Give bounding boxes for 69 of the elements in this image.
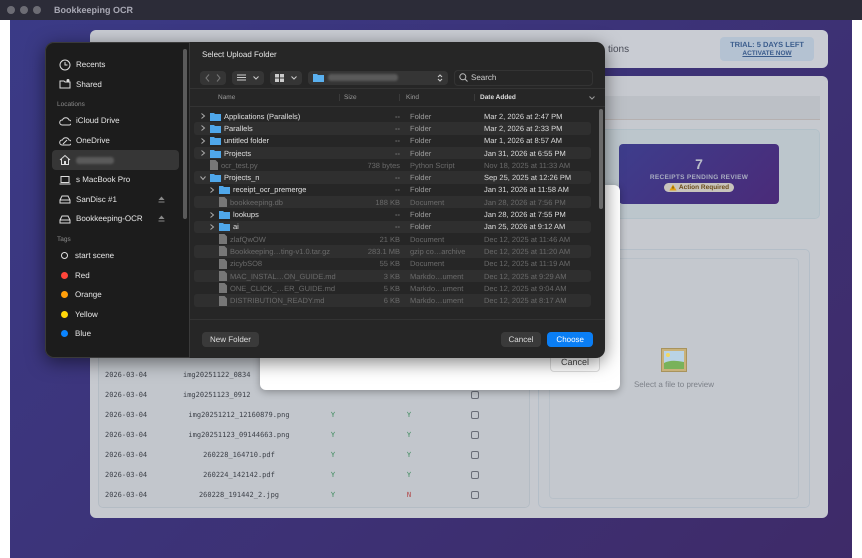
row-checkbox[interactable] bbox=[471, 491, 479, 499]
scrollbar-thumb[interactable] bbox=[183, 49, 187, 219]
document-icon bbox=[219, 197, 227, 208]
sidebar-item[interactable]: Yellow bbox=[52, 304, 179, 324]
sidebar-item[interactable]: iCloud Drive bbox=[52, 111, 179, 131]
header-title: tions bbox=[608, 44, 630, 54]
document-icon bbox=[219, 234, 227, 244]
sidebar-item[interactable]: Red bbox=[52, 265, 179, 285]
search-icon bbox=[459, 73, 468, 82]
updown-icon bbox=[437, 74, 443, 82]
folder-icon bbox=[210, 173, 221, 182]
redacted-name bbox=[328, 74, 398, 81]
laptop-icon bbox=[59, 174, 71, 186]
folder-icon bbox=[210, 124, 221, 133]
grid-icon bbox=[275, 74, 284, 82]
cloud-icon bbox=[59, 114, 71, 127]
row-checkbox[interactable] bbox=[471, 411, 479, 419]
list-view-button[interactable] bbox=[232, 70, 264, 84]
document-icon bbox=[219, 296, 227, 306]
preview-message: Select a file to preview bbox=[634, 380, 714, 389]
tag-ring-icon bbox=[61, 252, 68, 260]
sidebar-item[interactable]: OneDrive bbox=[52, 130, 179, 150]
row-checkbox[interactable] bbox=[471, 451, 479, 459]
folder-icon bbox=[219, 222, 230, 232]
row-checkbox[interactable] bbox=[471, 391, 479, 399]
search-field[interactable]: Search bbox=[454, 70, 593, 86]
folder-person-icon bbox=[59, 78, 71, 90]
sidebar-item[interactable]: Bookkeeping-OCR bbox=[52, 209, 179, 229]
document-icon bbox=[210, 160, 218, 170]
choose-button[interactable]: Choose bbox=[547, 332, 593, 346]
drive-icon bbox=[59, 212, 71, 225]
dialog-title: Select Upload Folder bbox=[201, 49, 278, 61]
warning-icon bbox=[668, 184, 677, 191]
picture-icon bbox=[661, 348, 687, 372]
chevron-right-icon bbox=[216, 74, 221, 82]
home-icon bbox=[59, 154, 71, 166]
grid-view-button[interactable] bbox=[270, 70, 302, 84]
row-checkbox[interactable] bbox=[471, 431, 479, 439]
window-title: Bookkeeping OCR bbox=[54, 5, 134, 15]
sidebar-item[interactable]: Shared bbox=[52, 74, 179, 94]
drive-icon bbox=[59, 193, 71, 206]
sidebar-item[interactable]: Recents bbox=[52, 55, 179, 75]
sidebar-item[interactable]: start scene bbox=[52, 246, 179, 266]
row-checkbox[interactable] bbox=[471, 471, 479, 479]
chevron-left-icon bbox=[205, 74, 210, 82]
caret-icon bbox=[291, 76, 297, 80]
scrollbar-thumb[interactable] bbox=[599, 109, 603, 209]
sidebar-item[interactable]: Orange bbox=[52, 284, 179, 305]
clock-icon bbox=[59, 58, 71, 71]
cloud-icon bbox=[59, 134, 71, 147]
sort-chevron-icon bbox=[589, 96, 595, 100]
sidebar-item[interactable] bbox=[52, 150, 179, 170]
folder-icon bbox=[210, 148, 221, 158]
cancel-button[interactable]: Cancel bbox=[500, 332, 542, 346]
new-folder-button[interactable]: New Folder bbox=[202, 332, 259, 346]
sidebar-item[interactable]: Blue bbox=[52, 324, 179, 344]
back-forward-buttons[interactable] bbox=[200, 70, 226, 84]
list-icon bbox=[237, 74, 246, 81]
folder-icon bbox=[313, 73, 324, 82]
redacted-name bbox=[76, 156, 114, 164]
sidebar-item[interactable]: s MacBook Pro bbox=[52, 170, 179, 190]
pending-count: 7 bbox=[695, 156, 703, 172]
location-popup[interactable] bbox=[308, 70, 448, 84]
document-icon bbox=[219, 283, 227, 294]
document-icon bbox=[219, 271, 227, 281]
document-icon bbox=[219, 246, 227, 256]
document-icon bbox=[219, 258, 227, 269]
caret-icon bbox=[253, 76, 259, 80]
sidebar-item[interactable]: SanDisc #1 bbox=[52, 190, 179, 210]
